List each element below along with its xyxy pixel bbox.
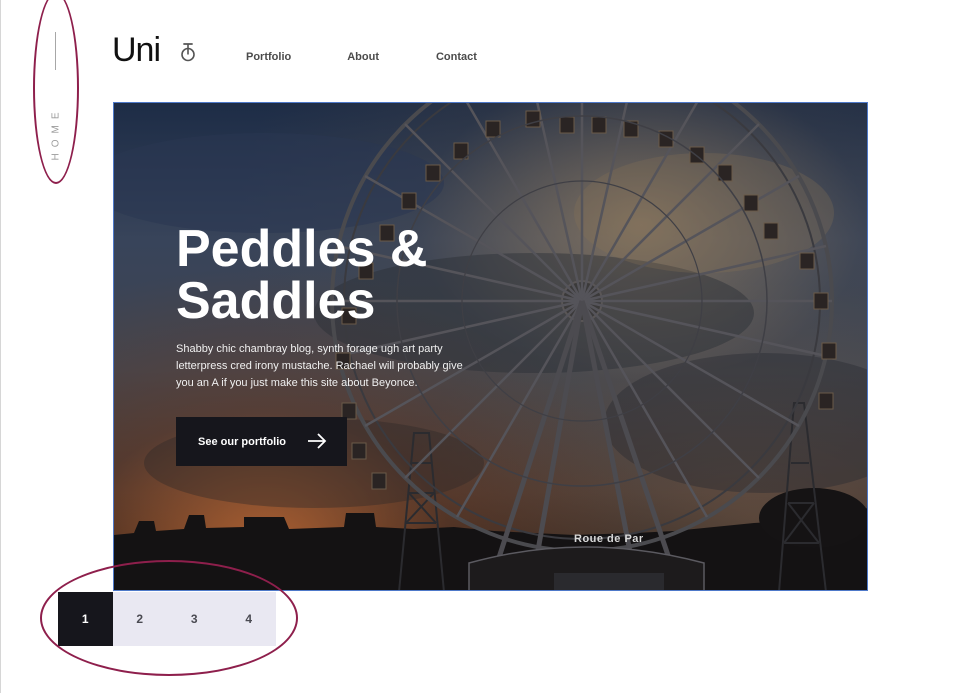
page-1-button[interactable]: 1 — [58, 592, 113, 646]
arrow-right-icon — [308, 433, 327, 449]
see-portfolio-label: See our portfolio — [198, 435, 286, 448]
hero-title: Peddles & Saddles — [176, 223, 496, 327]
unicycle-icon — [181, 43, 195, 62]
page-3-button[interactable]: 3 — [167, 592, 222, 646]
ferris-wheel-sign: Roue de Par — [574, 533, 644, 545]
nav-contact[interactable]: Contact — [436, 51, 477, 63]
page-2-button[interactable]: 2 — [112, 592, 167, 646]
nav-about[interactable]: About — [347, 51, 379, 63]
vertical-divider — [55, 32, 56, 70]
page-edge-line — [0, 0, 1, 693]
hero-title-line-2: Saddles — [176, 272, 376, 330]
hero-banner: Roue de Par Peddles & Saddles Shabby chi… — [113, 102, 868, 591]
hero-title-line-1: Peddles & — [176, 220, 428, 278]
hero-description: Shabby chic chambray blog, synth forage … — [176, 343, 463, 389]
nav-portfolio[interactable]: Portfolio — [246, 51, 291, 63]
vertical-home-nav[interactable]: HOME — [36, 0, 76, 185]
main-nav: Portfolio About Contact — [246, 51, 477, 63]
pagination: 1 2 3 4 — [58, 592, 276, 646]
vertical-home-label-wrap[interactable]: HOME — [48, 96, 64, 170]
vertical-home-label[interactable]: HOME — [51, 106, 62, 160]
see-portfolio-button[interactable]: See our portfolio — [176, 417, 347, 466]
logo[interactable]: Uni — [112, 30, 161, 70]
page-4-button[interactable]: 4 — [221, 592, 276, 646]
